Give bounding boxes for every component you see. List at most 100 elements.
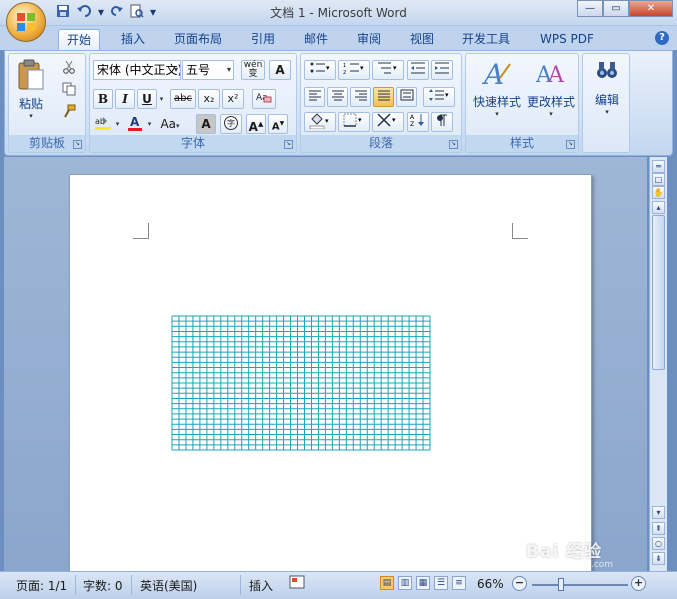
svg-text:▾: ▾ xyxy=(393,64,397,72)
svg-text:▾: ▾ xyxy=(325,117,329,125)
distributed-icon xyxy=(400,89,413,101)
shading-button[interactable]: ▾ xyxy=(304,112,336,132)
decrease-indent-icon xyxy=(411,62,425,74)
word-count[interactable]: 字数: 0 xyxy=(83,577,123,594)
up-arrow-icon: ▲ xyxy=(257,120,264,128)
office-button[interactable] xyxy=(6,2,46,42)
subscript-button[interactable]: x₂ xyxy=(198,89,220,109)
show-marks-button[interactable] xyxy=(431,112,453,132)
zoom-level[interactable]: 66% xyxy=(477,577,504,591)
clipboard-launcher-icon[interactable]: ↘ xyxy=(73,140,82,149)
zoom-slider[interactable] xyxy=(532,584,628,586)
styles-launcher-icon[interactable]: ↘ xyxy=(566,140,575,149)
shrink-font-button[interactable]: A▼ xyxy=(268,114,288,134)
font-name-combo[interactable]: 宋体 (中文正文) ▾ xyxy=(93,60,181,80)
font-color-dropdown-icon[interactable]: ▾ xyxy=(145,114,154,134)
tab-insert[interactable]: 插入 xyxy=(121,29,145,50)
sort-button[interactable]: AZ xyxy=(407,112,429,132)
align-right-button[interactable] xyxy=(350,87,371,107)
underline-button[interactable]: U xyxy=(137,89,157,109)
change-case-button[interactable]: Aa▾ xyxy=(157,114,183,134)
zoom-slider-thumb[interactable] xyxy=(558,578,564,591)
line-spacing-button[interactable]: ▾ xyxy=(423,87,455,107)
document-page[interactable] xyxy=(69,174,592,576)
print-layout-view-icon[interactable]: ▤ xyxy=(380,576,394,590)
language[interactable]: 英语(美国) xyxy=(140,577,197,594)
char-border-button[interactable]: A xyxy=(269,60,291,80)
char-shading-button[interactable]: A xyxy=(196,114,216,134)
tab-mailings[interactable]: 邮件 xyxy=(304,29,328,50)
watermark-url: jingyan.baidu.com xyxy=(530,560,614,570)
insert-mode[interactable]: 插入 xyxy=(249,577,273,594)
full-screen-reading-icon[interactable]: ▥ xyxy=(398,576,412,590)
editing-button[interactable]: 编辑 ▾ xyxy=(587,58,627,116)
clear-formatting-button[interactable]: Aa xyxy=(252,89,276,109)
draft-view-icon[interactable]: ≡ xyxy=(452,576,466,590)
zoom-out-button[interactable]: − xyxy=(512,576,527,591)
align-left-button[interactable] xyxy=(304,87,325,107)
paste-dropdown-icon[interactable]: ▾ xyxy=(13,112,49,120)
tab-wps-pdf[interactable]: WPS PDF xyxy=(540,29,594,50)
superscript-button[interactable]: x² xyxy=(222,89,244,109)
copy-icon[interactable] xyxy=(59,81,79,101)
maximize-button[interactable]: ▭ xyxy=(603,0,629,17)
minimize-button[interactable]: — xyxy=(577,0,603,17)
page-count[interactable]: 页面: 1/1 xyxy=(16,577,67,594)
tab-developer[interactable]: 开发工具 xyxy=(462,29,510,50)
asian-layout-button[interactable]: ▾ xyxy=(372,112,404,132)
multilevel-list-button[interactable]: ▾ xyxy=(372,60,404,80)
justify-button[interactable] xyxy=(373,87,394,107)
select-browse-object-icon[interactable]: ○ xyxy=(652,537,665,550)
font-size-combo[interactable]: 五号 ▾ xyxy=(182,60,234,80)
help-icon[interactable]: ? xyxy=(655,31,669,45)
grid-table[interactable] xyxy=(171,315,433,453)
next-page-icon[interactable]: ⇟ xyxy=(652,552,665,565)
separator xyxy=(240,575,241,595)
bullets-button[interactable]: ▾ xyxy=(304,60,336,80)
cut-icon[interactable] xyxy=(59,59,79,79)
scroll-up-icon[interactable]: ▴ xyxy=(652,201,665,214)
grow-font-button[interactable]: A▲ xyxy=(246,114,266,134)
tab-view[interactable]: 视图 xyxy=(410,29,434,50)
underline-dropdown-icon[interactable]: ▾ xyxy=(157,89,166,109)
ruler-toggle-icon[interactable]: ═ xyxy=(652,160,665,173)
change-styles-button[interactable]: A A 更改样式 ▾ xyxy=(524,58,578,118)
scroll-down-icon[interactable]: ▾ xyxy=(652,506,665,519)
tab-home[interactable]: 开始 xyxy=(58,29,101,50)
tab-references[interactable]: 引用 xyxy=(251,29,275,50)
font-color-button[interactable]: A xyxy=(125,114,145,134)
tab-page-layout[interactable]: 页面布局 xyxy=(174,29,222,50)
zoom-in-button[interactable]: + xyxy=(631,576,646,591)
outline-view-icon[interactable]: ☰ xyxy=(434,576,448,590)
quick-styles-icon: A xyxy=(481,58,511,91)
numbering-button[interactable]: 1 2 ▾ xyxy=(338,60,370,80)
macro-record-icon[interactable] xyxy=(289,575,305,592)
phonetic-guide-button[interactable]: wén 变 xyxy=(241,60,265,80)
previous-page-icon[interactable]: ⇞ xyxy=(652,522,665,535)
web-layout-icon[interactable]: ▦ xyxy=(416,576,430,590)
borders-button[interactable]: ▾ xyxy=(338,112,370,132)
decrease-indent-button[interactable] xyxy=(407,60,429,80)
font-launcher-icon[interactable]: ↘ xyxy=(284,140,293,149)
paragraph-launcher-icon[interactable]: ↘ xyxy=(449,140,458,149)
format-painter-icon[interactable] xyxy=(59,103,79,123)
svg-text:Z: Z xyxy=(410,121,414,127)
close-button[interactable]: ✕ xyxy=(629,0,673,17)
strikethrough-button[interactable]: abc xyxy=(170,89,196,109)
browse-icon[interactable]: □ xyxy=(652,173,665,186)
scroll-thumb[interactable] xyxy=(652,215,665,370)
highlight-dropdown-icon[interactable]: ▾ xyxy=(113,114,122,134)
font-name-value: 宋体 (中文正文) xyxy=(97,63,181,77)
hand-icon[interactable]: ✋ xyxy=(652,186,665,199)
align-center-button[interactable] xyxy=(327,87,348,107)
tab-review[interactable]: 审阅 xyxy=(357,29,381,50)
bold-button[interactable]: B xyxy=(93,89,113,109)
increase-indent-button[interactable] xyxy=(431,60,453,80)
highlight-button[interactable]: ab xyxy=(93,114,113,134)
paste-button[interactable]: 粘贴 ▾ xyxy=(13,58,49,120)
distributed-button[interactable] xyxy=(396,87,417,107)
quick-styles-button[interactable]: A 快速样式 ▾ xyxy=(469,58,525,118)
italic-button[interactable]: I xyxy=(115,89,135,109)
title-bar: ▾ ▾ 文档 1 - Microsoft Word — ▭ ✕ xyxy=(0,0,677,26)
enclose-char-button[interactable]: 字 xyxy=(220,114,242,134)
